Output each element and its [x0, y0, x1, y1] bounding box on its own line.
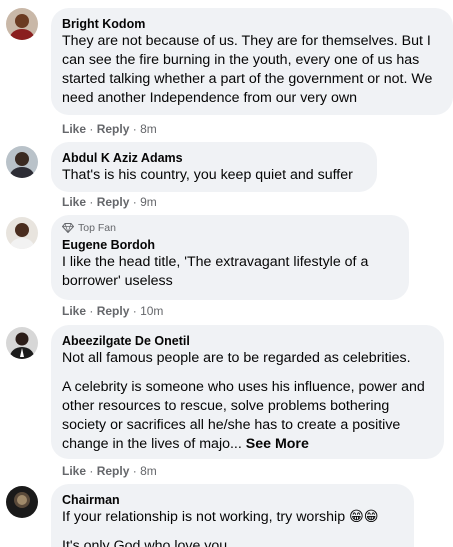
avatar[interactable]	[6, 486, 38, 518]
separator: ·	[132, 464, 137, 478]
diamond-icon	[62, 223, 74, 233]
comment-bubble: Bright Kodom They are not because of us.…	[51, 8, 453, 115]
like-button[interactable]: Like	[62, 121, 86, 137]
timestamp[interactable]: 10m	[140, 303, 163, 319]
top-fan-label: Top Fan	[78, 222, 116, 234]
top-fan-badge: Top Fan	[62, 221, 397, 235]
separator: ·	[89, 304, 94, 318]
timestamp[interactable]: 8m	[140, 463, 157, 479]
comment-text: They are not because of us. They are for…	[62, 33, 433, 106]
separator: ·	[132, 122, 137, 136]
comment-text-continued: A celebrity is someone who uses his infl…	[62, 378, 432, 454]
reply-button[interactable]: Reply	[97, 121, 130, 137]
comment-actions: Like · Reply · 10m	[62, 303, 163, 319]
comment-author[interactable]: Abeezilgate De Onetil	[62, 333, 432, 349]
comment-actions: Like · Reply · 8m	[62, 463, 157, 479]
avatar[interactable]	[6, 217, 38, 249]
comment-author[interactable]: Chairman	[62, 492, 402, 508]
reply-button[interactable]: Reply	[97, 303, 130, 319]
comment-bubble: Chairman If your relationship is not wor…	[51, 484, 414, 547]
comment-text-continued: It's only God who love you	[62, 538, 228, 547]
avatar[interactable]	[6, 8, 38, 40]
see-more-link[interactable]: See More	[246, 436, 309, 452]
comment-actions: Like · Reply · 8m	[62, 121, 157, 137]
comment-text: Not all famous people are to be regarded…	[62, 350, 411, 366]
comment-author[interactable]: Abdul K Aziz Adams	[62, 150, 365, 166]
comment-bubble: Abdul K Aziz Adams That's is his country…	[51, 142, 377, 192]
comment-bubble: Top Fan Eugene Bordoh I like the head ti…	[51, 215, 409, 300]
comment-bubble: Abeezilgate De Onetil Not all famous peo…	[51, 325, 444, 459]
comment-actions: Like · Reply · 9m	[62, 194, 157, 210]
comment-text: That's is his country, you keep quiet an…	[62, 167, 353, 183]
separator: ·	[132, 195, 137, 209]
comment-author[interactable]: Eugene Bordoh	[62, 237, 397, 253]
comment-text: If your relationship is not working, try…	[62, 509, 379, 525]
comment-text: I like the head title, 'The extravagant …	[62, 254, 369, 289]
separator: ·	[132, 304, 137, 318]
timestamp[interactable]: 9m	[140, 194, 157, 210]
timestamp[interactable]: 8m	[140, 121, 157, 137]
like-button[interactable]: Like	[62, 303, 86, 319]
comment-author[interactable]: Bright Kodom	[62, 16, 441, 32]
separator: ·	[89, 464, 94, 478]
reply-button[interactable]: Reply	[97, 463, 130, 479]
avatar[interactable]	[6, 146, 38, 178]
reply-button[interactable]: Reply	[97, 194, 130, 210]
like-button[interactable]: Like	[62, 194, 86, 210]
comment-text-second-paragraph: A celebrity is someone who uses his infl…	[62, 379, 425, 452]
like-button[interactable]: Like	[62, 463, 86, 479]
avatar[interactable]	[6, 327, 38, 359]
separator: ·	[89, 195, 94, 209]
separator: ·	[89, 122, 94, 136]
